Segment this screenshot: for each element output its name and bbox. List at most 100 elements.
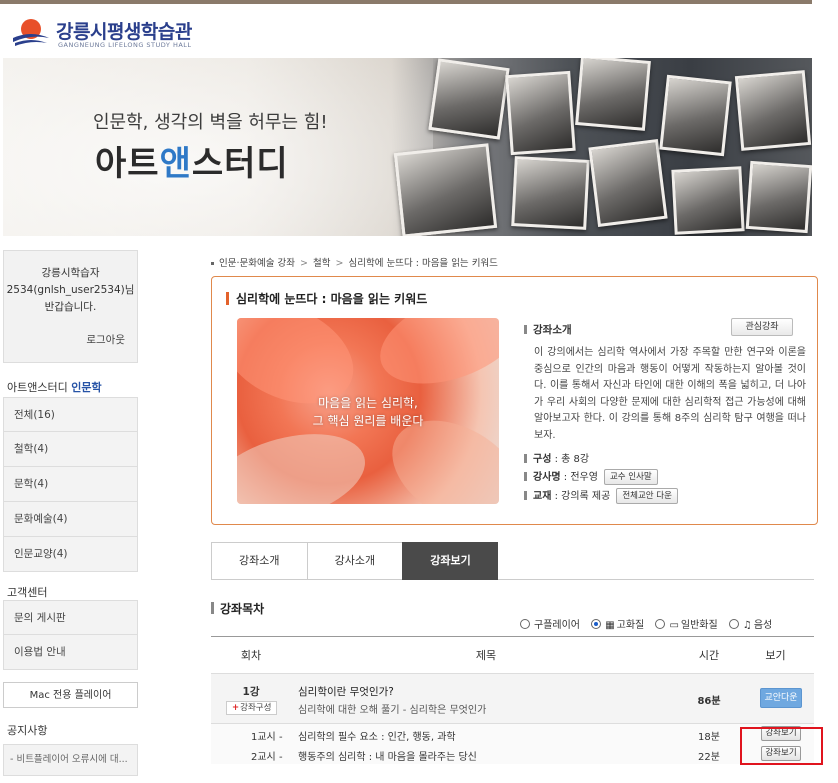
tab-course-view[interactable]: 강좌보기 <box>402 542 498 580</box>
portrait-photo <box>659 74 732 157</box>
petal-shape <box>367 318 499 402</box>
mac-player-button[interactable]: Mac 전용 플레이어 <box>3 682 138 708</box>
lecture-outline-label: 강좌구성 <box>240 703 272 713</box>
list-item: 1교시 - 심리학의 필수 요소 : 인간, 행동, 과학 18분 강좌보기 <box>211 724 814 744</box>
category-item-humanities[interactable]: 인문교양(4) <box>3 537 138 572</box>
category-heading-prefix: 아트앤스터디 <box>7 381 68 394</box>
favorite-course-button[interactable]: 관심강좌 <box>731 318 793 336</box>
quality-label: 일반화질 <box>680 620 718 631</box>
banner-title: 아트앤스터디 <box>95 136 289 185</box>
film-icon: ▦ <box>605 620 615 631</box>
quality-label: 구플레이어 <box>534 620 580 631</box>
column-header-view: 보기 <box>765 649 786 662</box>
top-bar <box>0 0 812 4</box>
composition-value: : 총 8강 <box>551 454 590 465</box>
title-bar-icon <box>226 292 229 305</box>
instructor-value: : 전우영 <box>560 472 598 483</box>
download-all-materials-button[interactable]: 전체교안 다운 <box>616 488 678 504</box>
portrait-photo <box>588 139 668 227</box>
banner-title-part: 스터디 <box>191 144 289 184</box>
quality-option-old-player[interactable]: 구플레이어 <box>520 619 580 631</box>
category-item-philosophy[interactable]: 철학(4) <box>3 432 138 467</box>
portrait-photo <box>575 58 651 131</box>
image-caption: 그 핵심 원리를 배운다 <box>312 414 424 428</box>
radio-icon[interactable] <box>520 619 530 629</box>
radio-selected-icon[interactable] <box>591 619 602 629</box>
portrait-photo <box>505 70 576 156</box>
lecture-outline-tag[interactable]: +강좌구성 <box>226 701 278 715</box>
login-box: 강릉시학습자 2534(gnlsh_user2534)님 반갑습니다. 로그아웃 <box>3 250 138 363</box>
breadcrumb-separator: > <box>335 258 344 269</box>
course-summary: 심리학에 눈뜨다 : 마음을 읽는 키워드 마음을 읽는 심리학, 그 핵심 원… <box>211 276 818 525</box>
notice-item[interactable]: - 비트플레이어 오류시에 대... <box>3 744 138 776</box>
bullet-icon <box>211 262 214 265</box>
petal-shape <box>237 418 375 504</box>
category-list: 전체(16) 철학(4) 문학(4) 문화예술(4) 인문교양(4) <box>3 397 138 572</box>
portrait-photo <box>393 143 498 236</box>
column-header-title: 제목 <box>475 649 497 662</box>
tab-course-intro[interactable]: 강좌소개 <box>211 542 307 580</box>
portrait-photo <box>428 58 510 140</box>
breadcrumb-current: 심리학에 눈뜨다 : 마음을 읽는 키워드 <box>348 258 498 269</box>
composition-label: 구성 <box>533 454 552 465</box>
lecture-subtitle: 심리학에 대한 오해 풀기 - 심리학은 무엇인가 <box>298 705 487 716</box>
column-header-episode: 회차 <box>240 649 262 662</box>
lesson-title: 심리학의 필수 요소 : 인간, 행동, 과학 <box>298 732 456 743</box>
quality-option-audio[interactable]: ♫ 음성 <box>728 619 773 631</box>
tab-instructor-intro[interactable]: 강사소개 <box>306 542 403 580</box>
plus-icon: + <box>232 703 240 713</box>
breadcrumb-separator: > <box>300 258 308 269</box>
material-row: 교재 : 강의록 제공 전체교안 다운 <box>524 487 678 504</box>
quality-option-high[interactable]: ▦ 고화질 <box>591 619 645 631</box>
bullet-icon <box>524 454 527 463</box>
sidebar: 강릉시학습자 2534(gnlsh_user2534)님 반갑습니다. 로그아웃… <box>3 250 138 776</box>
bullet-icon <box>211 602 214 614</box>
quality-option-normal[interactable]: ▭ 일반화질 <box>655 619 718 631</box>
instructor-greeting-button[interactable]: 교수 인사말 <box>603 469 658 485</box>
hero-banner: 인문학, 생각의 벽을 허무는 힘! 아트앤스터디 <box>3 58 812 236</box>
user-id: 2534(gnlsh_user2534)님 <box>6 284 135 296</box>
table-row: 1강 +강좌구성 심리학이란 무엇인가? 심리학에 대한 오해 풀기 - 심리학… <box>211 674 814 724</box>
logo-mark-icon <box>13 19 49 46</box>
breadcrumb: 인문·문화예술 강좌 > 철학 > 심리학에 눈뜨다 : 마음을 읽는 키워드 <box>211 255 498 269</box>
lecture-table: 회차 제목 시간 보기 1강 +강좌구성 심리학이란 무엇인가? 심리학에 대한… <box>211 636 814 764</box>
lesson-time: 22분 <box>698 752 720 763</box>
table-header: 회차 제목 시간 보기 <box>211 636 814 674</box>
bullet-icon <box>524 325 527 334</box>
greeting: 반갑습니다. <box>44 301 97 313</box>
banner-subtitle: 인문학, 생각의 벽을 허무는 힘! <box>93 112 328 133</box>
support-heading: 고객센터 <box>7 586 48 599</box>
material-value: : 강의록 제공 <box>551 491 611 502</box>
radio-icon[interactable] <box>655 619 666 629</box>
music-note-icon: ♫ <box>742 620 752 631</box>
radio-icon[interactable] <box>728 619 739 629</box>
support-item-inquiry[interactable]: 문의 게시판 <box>3 600 138 635</box>
material-label: 교재 <box>533 491 552 502</box>
quality-selector: 구플레이어 ▦ 고화질 ▭ 일반화질 ♫ 음성 <box>520 616 772 631</box>
bullet-icon <box>524 472 527 481</box>
download-handout-button[interactable]: 교안다운 <box>760 688 802 708</box>
user-name: 강릉시학습자 <box>41 267 100 279</box>
quality-label: 음성 <box>753 620 773 631</box>
highlight-box <box>740 727 823 765</box>
category-heading-name: 인문학 <box>71 381 102 394</box>
logout-link[interactable]: 로그아웃 <box>4 332 137 349</box>
category-item-all[interactable]: 전체(16) <box>3 397 138 432</box>
category-item-culture-art[interactable]: 문화예술(4) <box>3 502 138 537</box>
breadcrumb-item[interactable]: 인문·문화예술 강좌 <box>219 258 295 269</box>
bullet-icon <box>524 491 527 500</box>
category-heading: 아트앤스터디 인문학 <box>3 379 138 395</box>
logo-name-en: GANGNEUNG LIFELONG STUDY HALL <box>58 41 192 49</box>
lesson-number: 1교시 - <box>251 732 283 743</box>
intro-heading-text: 강좌소개 <box>533 324 572 336</box>
category-item-literature[interactable]: 문학(4) <box>3 467 138 502</box>
notice-heading: 공지사항 <box>7 724 48 737</box>
list-item: 2교시 - 행동주의 심리학 : 내 마음을 몰라주는 당신 22분 강좌보기 <box>211 744 814 764</box>
breadcrumb-item[interactable]: 철학 <box>313 258 330 269</box>
course-title-text: 심리학에 눈뜨다 : 마음을 읽는 키워드 <box>236 292 428 306</box>
site-logo[interactable]: 강릉시평생학습관 GANGNEUNG LIFELONG STUDY HALL <box>10 14 210 50</box>
support-item-guide[interactable]: 이용법 안내 <box>3 635 138 670</box>
tab-divider <box>498 579 814 580</box>
banner-title-accent: 앤 <box>159 144 192 184</box>
quality-label: 고화질 <box>616 620 645 631</box>
